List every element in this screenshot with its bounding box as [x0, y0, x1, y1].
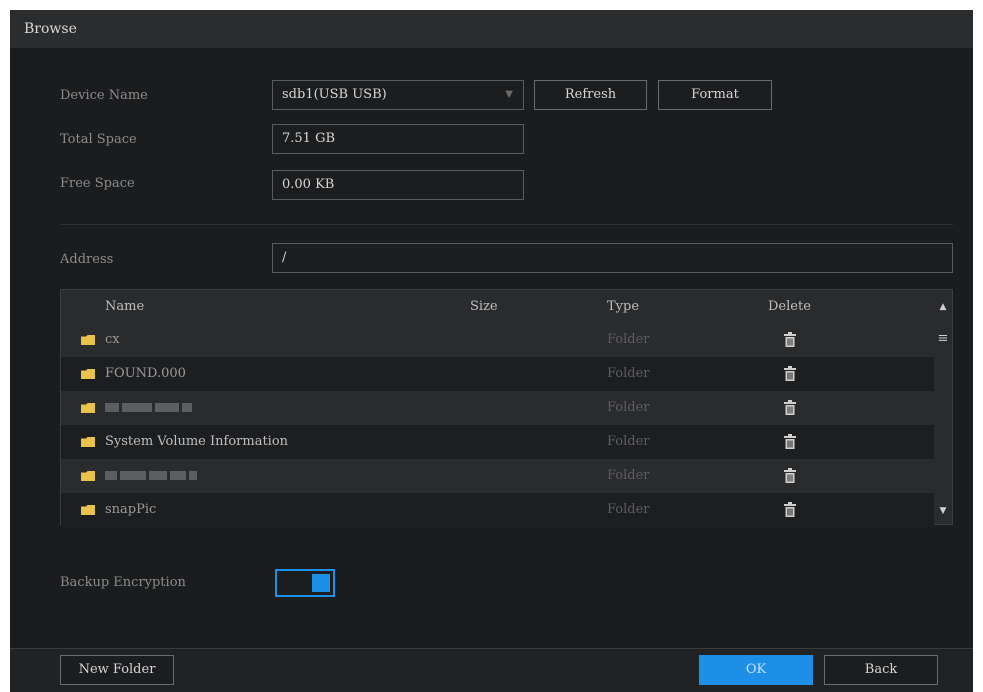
total-space-value: 7.51 GB	[272, 124, 524, 154]
file-name: cx	[105, 332, 120, 347]
file-type: Folder	[607, 332, 650, 347]
column-type[interactable]: Type	[607, 290, 639, 323]
ok-button[interactable]: OK	[699, 655, 813, 685]
scroll-down-icon[interactable]: ▼	[934, 502, 952, 520]
file-table: Name Size Type Delete cx Folder FOUND.00…	[60, 289, 953, 527]
total-space-label: Total Space	[60, 132, 137, 147]
new-folder-button[interactable]: New Folder	[60, 655, 174, 685]
table-row[interactable]: Folder	[61, 459, 934, 493]
address-label: Address	[60, 252, 114, 267]
device-name-value: sdb1(USB USB)	[282, 87, 387, 102]
file-type: Folder	[607, 502, 650, 517]
free-space-value: 0.00 KB	[272, 170, 524, 200]
table-row[interactable]: Folder	[61, 391, 934, 425]
folder-icon	[81, 335, 95, 345]
folder-icon	[81, 471, 95, 481]
refresh-button[interactable]: Refresh	[534, 80, 647, 110]
file-name: snapPic	[105, 502, 157, 517]
column-size[interactable]: Size	[470, 290, 498, 323]
toggle-knob	[312, 574, 330, 592]
backup-encryption-toggle[interactable]	[275, 569, 335, 597]
trash-icon[interactable]	[784, 468, 796, 483]
folder-icon	[81, 403, 95, 413]
device-name-label: Device Name	[60, 88, 148, 103]
table-row[interactable]: System Volume Information Folder	[61, 425, 934, 459]
trash-icon[interactable]	[784, 502, 796, 517]
back-button[interactable]: Back	[824, 655, 938, 685]
chevron-down-icon: ▼	[505, 89, 513, 100]
file-type: Folder	[607, 434, 650, 449]
folder-icon	[81, 369, 95, 379]
file-name: FOUND.000	[105, 366, 186, 381]
browse-dialog: Browse Device Name sdb1(USB USB) ▼ Refre…	[10, 10, 973, 692]
table-scrollbar[interactable]: ▲ ≡ ▼	[934, 290, 952, 524]
address-input[interactable]: /	[272, 243, 953, 273]
device-name-select[interactable]: sdb1(USB USB) ▼	[272, 80, 524, 110]
table-row[interactable]: cx Folder	[61, 323, 934, 357]
footer-bar: New Folder OK Back	[10, 648, 973, 692]
divider	[60, 224, 953, 225]
file-type: Folder	[607, 400, 650, 415]
scroll-thumb-icon[interactable]: ≡	[934, 330, 952, 348]
file-type: Folder	[607, 366, 650, 381]
backup-encryption-label: Backup Encryption	[60, 575, 186, 590]
scroll-up-icon[interactable]: ▲	[934, 298, 952, 316]
table-row[interactable]: snapPic Folder	[61, 493, 934, 527]
trash-icon[interactable]	[784, 400, 796, 415]
table-row[interactable]: FOUND.000 Folder	[61, 357, 934, 391]
trash-icon[interactable]	[784, 332, 796, 347]
folder-icon	[81, 437, 95, 447]
table-header: Name Size Type Delete	[61, 290, 934, 324]
format-button[interactable]: Format	[658, 80, 772, 110]
column-delete: Delete	[768, 299, 811, 314]
file-type: Folder	[607, 468, 650, 483]
free-space-label: Free Space	[60, 176, 135, 191]
trash-icon[interactable]	[784, 366, 796, 381]
dialog-title: Browse	[10, 10, 973, 48]
trash-icon[interactable]	[784, 434, 796, 449]
file-name: System Volume Information	[105, 434, 289, 449]
obscured-file-name	[105, 459, 200, 493]
folder-icon	[81, 505, 95, 515]
obscured-file-name	[105, 391, 195, 425]
column-name[interactable]: Name	[105, 290, 144, 323]
